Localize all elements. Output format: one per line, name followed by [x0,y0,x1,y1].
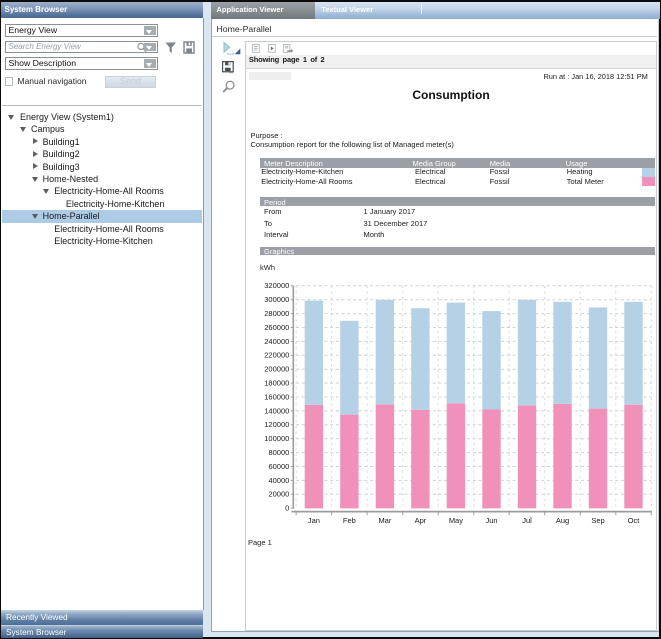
svg-text:20000: 20000 [268,490,289,499]
svg-text:0: 0 [285,504,289,513]
svg-text:Jun: Jun [485,516,497,525]
svg-text:60000: 60000 [268,462,289,471]
svg-text:320000: 320000 [264,281,289,290]
svg-text:300000: 300000 [264,295,289,304]
svg-text:160000: 160000 [264,392,289,401]
svg-text:240000: 240000 [264,337,289,346]
svg-text:Jul: Jul [522,516,532,525]
svg-text:Jan: Jan [308,516,320,525]
svg-text:Sep: Sep [591,516,604,525]
svg-text:Mar: Mar [378,516,391,525]
svg-text:140000: 140000 [264,406,289,415]
svg-text:100000: 100000 [264,434,289,443]
svg-text:200000: 200000 [264,365,289,374]
svg-text:Oct: Oct [628,516,641,525]
svg-text:Feb: Feb [343,516,356,525]
svg-text:120000: 120000 [264,420,289,429]
svg-text:May: May [449,516,463,525]
svg-text:220000: 220000 [264,351,289,360]
svg-text:280000: 280000 [264,309,289,318]
svg-text:kWh: kWh [260,263,275,272]
svg-text:Aug: Aug [556,516,569,525]
svg-text:180000: 180000 [264,379,289,388]
svg-text:260000: 260000 [264,323,289,332]
svg-text:Apr: Apr [415,516,427,525]
svg-text:40000: 40000 [268,476,289,485]
svg-text:80000: 80000 [268,448,289,457]
